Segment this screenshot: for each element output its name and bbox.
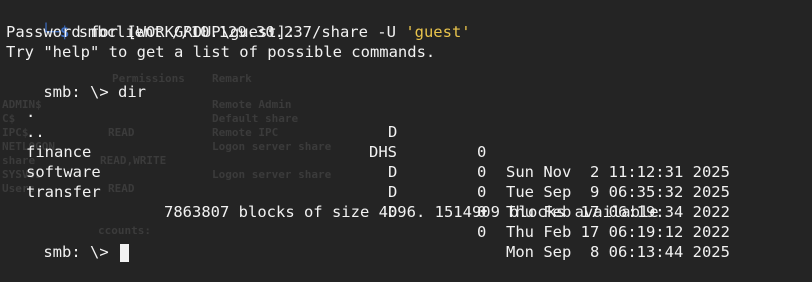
file-date: Thu Feb 17 06:19:12 2022 xyxy=(506,223,730,241)
terminal-window[interactable]: └─$ smbclient //10.129.30.237/share -U '… xyxy=(0,0,812,262)
list-item: finance D 0 Thu Feb 17 06:19:34 2022 xyxy=(0,122,812,221)
smb-prompt-line: smb: \> dir xyxy=(6,62,146,101)
list-item: . D 0 Sun Nov 2 11:12:31 2025 xyxy=(0,82,812,181)
smb-prompt: smb: \> xyxy=(43,243,109,261)
password-prompt: Password for [WORKGROUP\guest]: xyxy=(6,23,296,41)
list-item: transfer D 0 Mon Sep 8 06:13:44 2025 xyxy=(0,162,812,261)
file-date: Tue Sep 9 06:35:32 2025 xyxy=(506,183,730,201)
list-item: .. DHS 0 Tue Sep 9 06:35:32 2025 xyxy=(0,102,812,201)
command-line: └─$ smbclient //10.129.30.237/share -U '… xyxy=(4,2,470,41)
file-attr: D xyxy=(388,183,398,201)
file-size: 0 xyxy=(477,223,487,241)
blocks-summary: 7863807 blocks of size 4096. 1514909 blo… xyxy=(164,203,659,221)
command-user-arg: 'guest' xyxy=(405,23,471,41)
file-date: Mon Sep 8 06:13:44 2025 xyxy=(506,243,730,261)
file-name: transfer xyxy=(26,183,101,201)
list-item: software D 0 Thu Feb 17 06:19:12 2022 xyxy=(0,142,812,241)
text-cursor xyxy=(120,243,129,262)
help-hint: Try "help" to get a list of possible com… xyxy=(6,43,436,61)
file-size: 0 xyxy=(477,183,487,201)
smb-input-line[interactable]: smb: \> xyxy=(6,222,129,262)
